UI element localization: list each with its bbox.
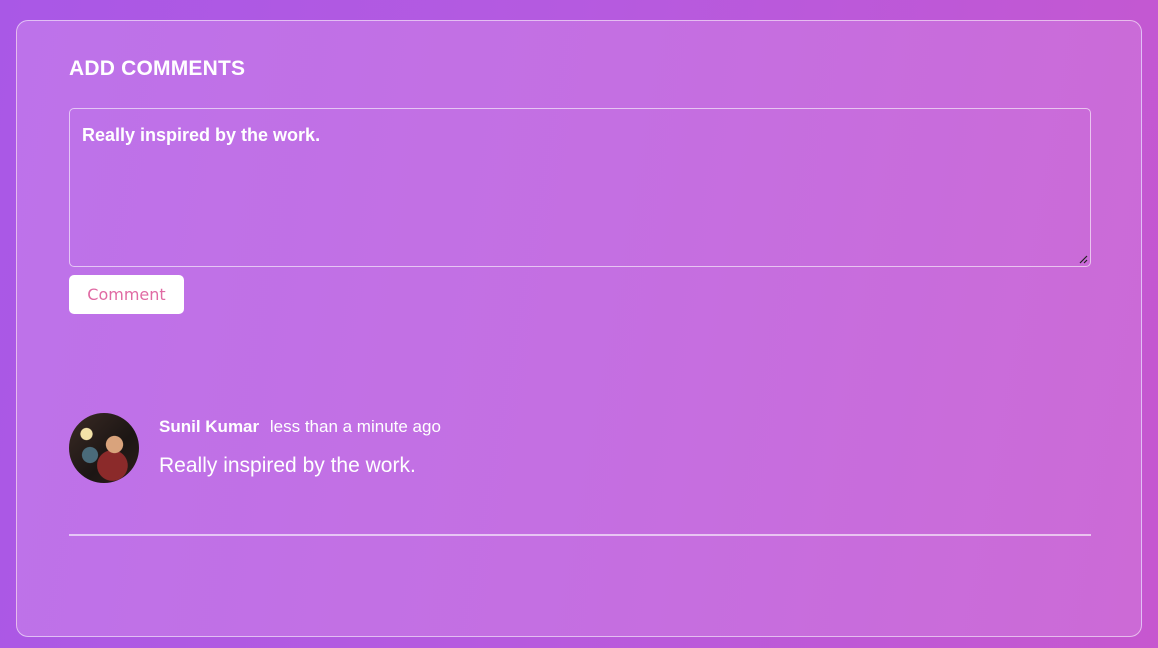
comment-submit-button[interactable]: Comment	[69, 275, 184, 314]
comment-list-item: Sunil Kumar less than a minute ago Reall…	[69, 413, 1091, 485]
comment-text: Really inspired by the work.	[159, 454, 416, 477]
comment-meta: Sunil Kumar less than a minute ago	[159, 417, 441, 437]
comment-timestamp: less than a minute ago	[269, 417, 441, 436]
comments-card: ADD COMMENTS Comment Sunil Kumar less th…	[16, 20, 1142, 637]
comment-textarea-wrapper	[69, 108, 1091, 267]
comment-author: Sunil Kumar	[159, 417, 260, 436]
add-comments-heading: ADD COMMENTS	[69, 57, 246, 80]
avatar	[69, 413, 139, 483]
comment-textarea[interactable]	[70, 109, 1090, 266]
divider	[69, 534, 1091, 536]
resize-handle-icon[interactable]	[1078, 254, 1088, 264]
